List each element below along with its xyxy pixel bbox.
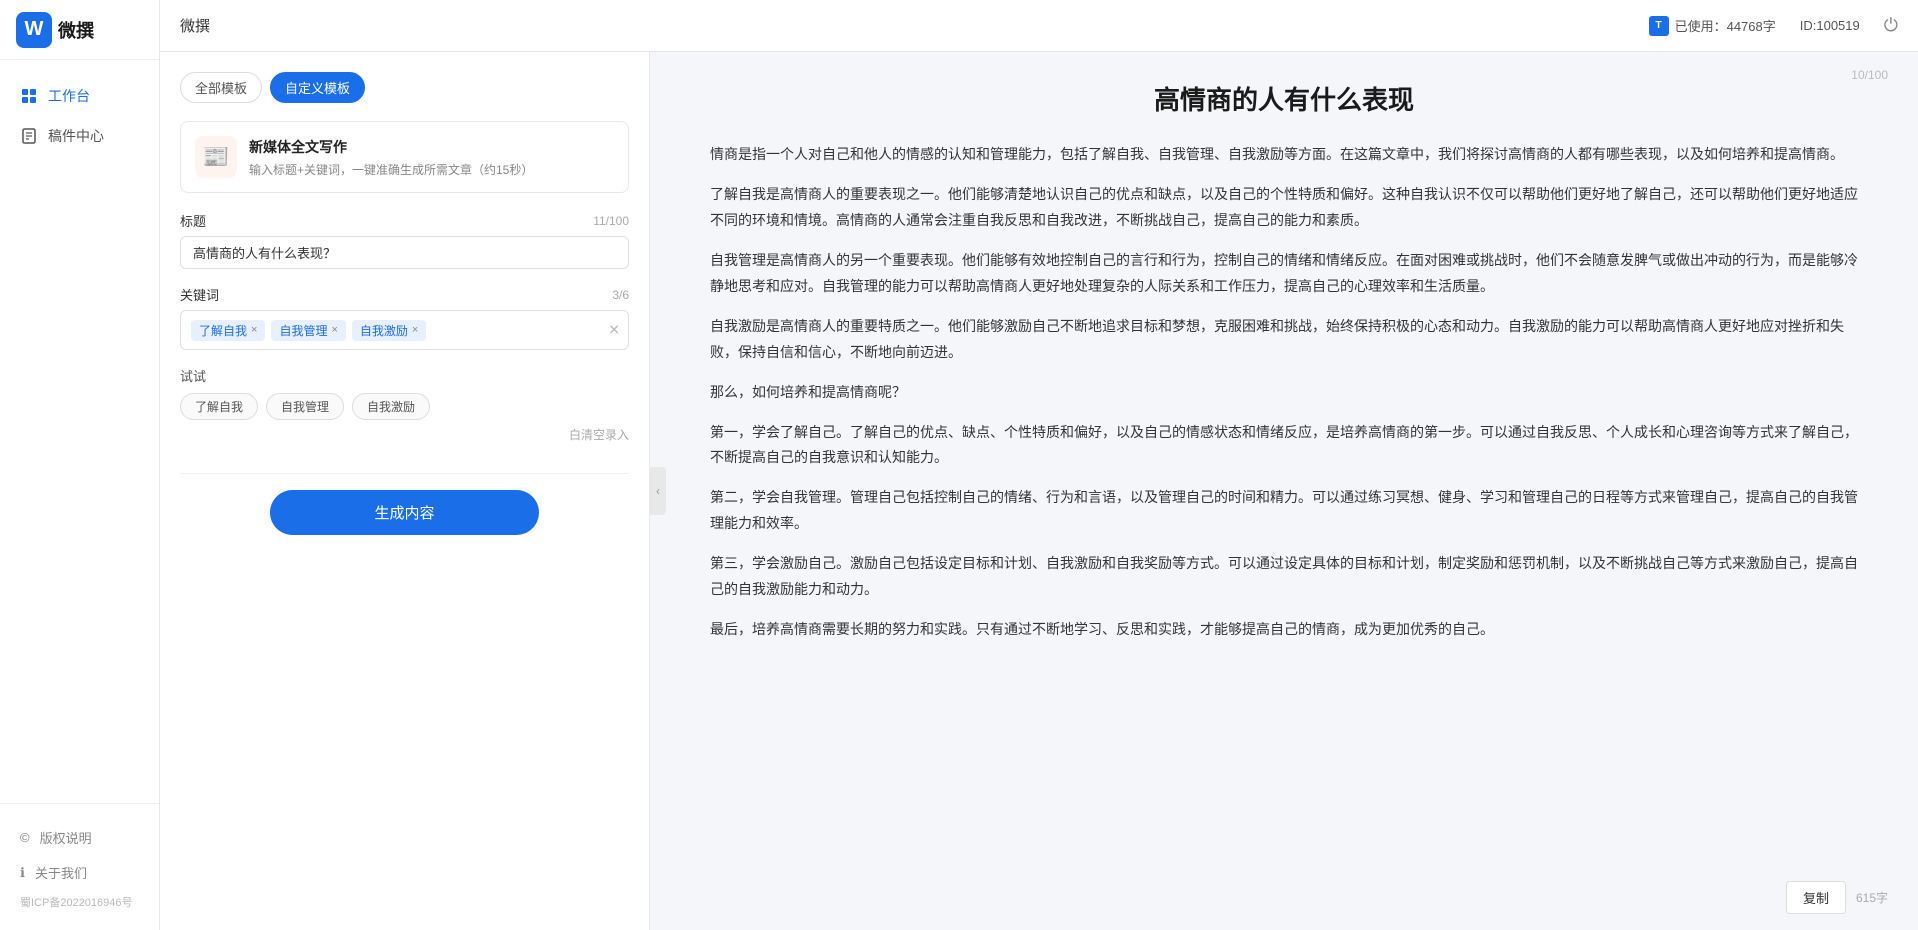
- topbar-title: 微撰: [180, 15, 210, 36]
- template-name: 新媒体全文写作: [249, 137, 614, 157]
- title-label: 标题: [180, 211, 206, 230]
- title-input[interactable]: [180, 236, 629, 269]
- generate-button[interactable]: 生成内容: [270, 490, 539, 535]
- copyright-label: 版权说明: [40, 828, 92, 847]
- topbar-right: T 已使用：44768字 ID:100519 ⏻: [1649, 15, 1898, 36]
- tag-close-1[interactable]: ×: [251, 324, 257, 336]
- title-counter: 11/100: [593, 214, 629, 228]
- copyright-item[interactable]: © 版权说明: [0, 820, 159, 855]
- title-label-row: 标题 11/100: [180, 211, 629, 230]
- suggestions-label: 试试: [180, 366, 629, 385]
- suggestion-chip-2[interactable]: 自我管理: [266, 393, 344, 420]
- article-para-1: 情商是指一个人对自己和他人的情感的认知和管理能力，包括了解自我、自我管理、自我激…: [710, 142, 1858, 168]
- template-tabs: 全部模板 自定义模板: [180, 72, 629, 103]
- article-title: 高情商的人有什么表现: [710, 82, 1858, 118]
- logo-icon: W: [16, 12, 52, 48]
- suggestions-row: 了解自我 自我管理 自我激励: [180, 393, 629, 420]
- keywords-counter: 3/6: [612, 288, 629, 302]
- drafts-icon: [20, 127, 38, 145]
- suggestion-chip-1[interactable]: 了解自我: [180, 393, 258, 420]
- keywords-clear-btn[interactable]: ✕: [608, 322, 620, 339]
- template-info: 新媒体全文写作 输入标题+关键词，一键准确生成所需文章（约15秒）: [249, 137, 614, 178]
- article-para-8: 第三，学会激励自己。激励自己包括设定目标和计划、自我激励和自我奖励等方式。可以通…: [710, 551, 1858, 603]
- logo: W 微撰: [16, 12, 94, 48]
- sidebar-footer: © 版权说明 ℹ 关于我们 蜀ICP备2022016946号: [0, 803, 159, 930]
- user-id: ID:100519: [1800, 18, 1860, 33]
- divider: [180, 473, 629, 474]
- suggestion-chip-3[interactable]: 自我激励: [352, 393, 430, 420]
- title-section: 标题 11/100: [180, 211, 629, 269]
- usage-icon: T: [1649, 16, 1669, 36]
- sidebar-item-workbench[interactable]: 工作台: [0, 76, 159, 116]
- keyword-tag-1: 了解自我 ×: [191, 320, 265, 341]
- workbench-icon: [20, 87, 38, 105]
- keywords-label: 关键词: [180, 285, 219, 304]
- suggestions-section: 试试 了解自我 自我管理 自我激励 白清空录入: [180, 366, 629, 443]
- template-card-fulltext[interactable]: 📰 新媒体全文写作 输入标题+关键词，一键准确生成所需文章（约15秒）: [180, 121, 629, 193]
- icp-text: 蜀ICP备2022016946号: [0, 890, 159, 914]
- sidebar-item-drafts[interactable]: 稿件中心: [0, 116, 159, 156]
- article-para-2: 了解自我是高情商人的重要表现之一。他们能够清楚地认识自己的优点和缺点，以及自己的…: [710, 182, 1858, 234]
- tag-close-3[interactable]: ×: [412, 324, 418, 336]
- logout-button[interactable]: ⏻: [1884, 15, 1898, 36]
- article-para-9: 最后，培养高情商需要长期的努力和实践。只有通过不断地学习、反思和实践，才能够提高…: [710, 617, 1858, 643]
- tab-custom[interactable]: 自定义模板: [270, 72, 365, 103]
- word-count: 615字: [1856, 889, 1888, 906]
- template-icon: 📰: [195, 136, 237, 178]
- keyword-tag-2: 自我管理 ×: [271, 320, 345, 341]
- topbar: 微撰 T 已使用：44768字 ID:100519 ⏻: [160, 0, 1918, 52]
- keywords-section: 关键词 3/6 了解自我 × 自我管理 × 自我激励 × ✕: [180, 285, 629, 350]
- about-item[interactable]: ℹ 关于我们: [0, 855, 159, 890]
- article-para-6: 第一，学会了解自己。了解自己的优点、缺点、个性特质和偏好，以及自己的情感状态和情…: [710, 420, 1858, 472]
- about-label: 关于我们: [35, 863, 87, 882]
- keywords-box[interactable]: 了解自我 × 自我管理 × 自我激励 × ✕: [180, 310, 629, 350]
- workbench-label: 工作台: [48, 86, 90, 106]
- about-icon: ℹ: [20, 865, 25, 881]
- content-area: 全部模板 自定义模板 📰 新媒体全文写作 输入标题+关键词，一键准确生成所需文章…: [160, 52, 1918, 930]
- sidebar: W 微撰 工作台: [0, 0, 160, 930]
- right-panel: 10/100 高情商的人有什么表现 情商是指一个人对自己和他人的情感的认知和管理…: [650, 52, 1918, 930]
- logo-text: 微撰: [58, 17, 94, 43]
- right-panel-footer: 复制 615字: [1786, 881, 1888, 914]
- tag-close-2[interactable]: ×: [331, 324, 337, 336]
- article-para-4: 自我激励是高情商人的重要特质之一。他们能够激励自己不断地追求目标和梦想，克服困难…: [710, 314, 1858, 366]
- clear-link[interactable]: 白清空录入: [180, 426, 629, 443]
- article-para-7: 第二，学会自我管理。管理自己包括控制自己的情绪、行为和言语，以及管理自己的时间和…: [710, 485, 1858, 537]
- article-para-5: 那么，如何培养和提高情商呢？: [710, 380, 1858, 406]
- usage-display: T 已使用：44768字: [1649, 16, 1776, 36]
- article-para-3: 自我管理是高情商人的另一个重要表现。他们能够有效地控制自己的言行和行为，控制自己…: [710, 248, 1858, 300]
- tab-all[interactable]: 全部模板: [180, 72, 262, 103]
- template-desc: 输入标题+关键词，一键准确生成所需文章（约15秒）: [249, 161, 614, 178]
- usage-label: 已使用：44768字: [1675, 16, 1776, 35]
- logo-area: W 微撰: [0, 0, 159, 60]
- drafts-label: 稿件中心: [48, 126, 104, 146]
- sidebar-nav: 工作台 稿件中心: [0, 60, 159, 803]
- copyright-icon: ©: [20, 830, 30, 845]
- collapse-handle[interactable]: ‹: [650, 467, 666, 515]
- keywords-label-row: 关键词 3/6: [180, 285, 629, 304]
- left-panel: 全部模板 自定义模板 📰 新媒体全文写作 输入标题+关键词，一键准确生成所需文章…: [160, 52, 650, 930]
- copy-button[interactable]: 复制: [1786, 881, 1846, 914]
- article-body: 情商是指一个人对自己和他人的情感的认知和管理能力，包括了解自我、自我管理、自我激…: [710, 142, 1858, 642]
- keyword-tag-3: 自我激励 ×: [352, 320, 426, 341]
- article-counter: 10/100: [1851, 68, 1888, 82]
